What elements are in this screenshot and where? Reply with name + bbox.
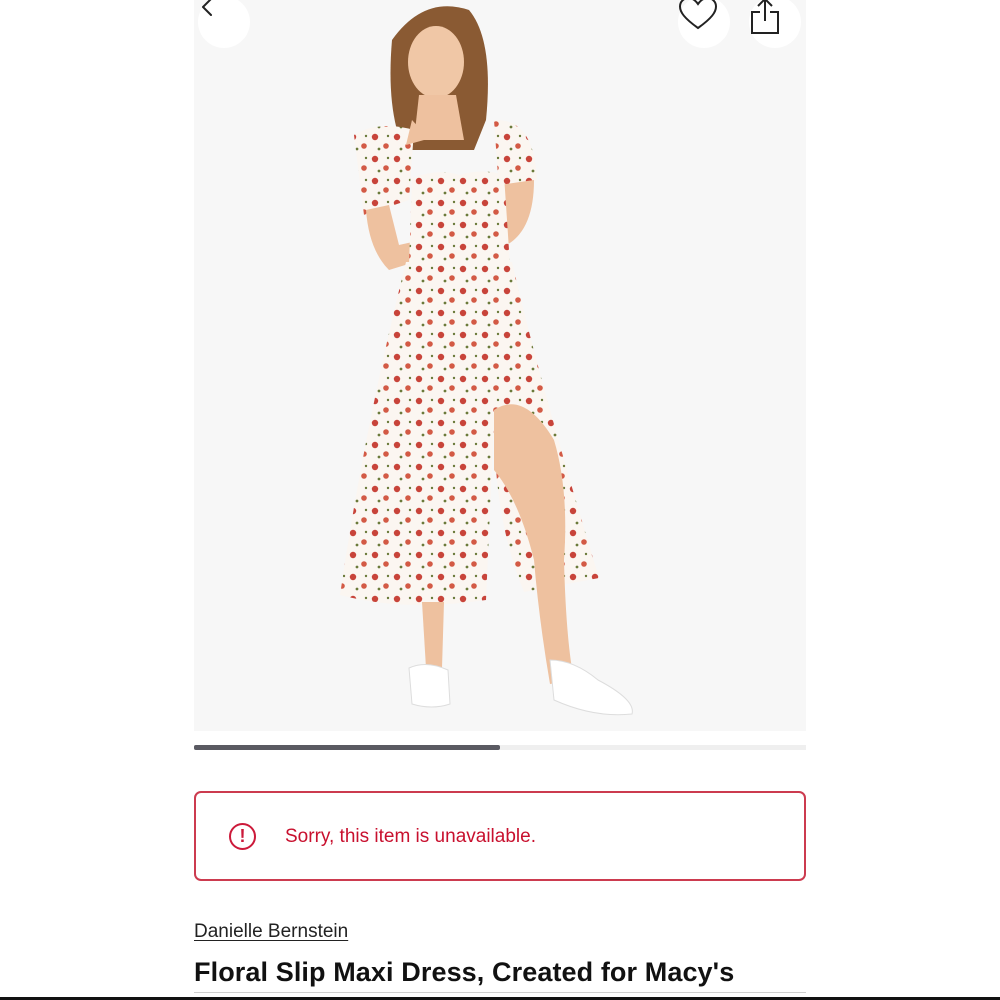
product-title: Floral Slip Maxi Dress, Created for Macy… — [194, 957, 735, 987]
heart-icon — [678, 0, 718, 30]
carousel-progress-track — [194, 745, 806, 750]
product-image-carousel[interactable] — [194, 0, 806, 731]
exclamation-circle-icon: ! — [229, 823, 256, 850]
unavailable-alert: ! Sorry, this item is unavailable. — [194, 791, 806, 881]
share-icon — [751, 0, 779, 34]
divider — [194, 992, 806, 993]
chevron-left-icon — [202, 0, 212, 16]
alert-message: Sorry, this item is unavailable. — [285, 826, 536, 847]
brand-link[interactable]: Danielle Bernstein — [194, 921, 348, 943]
product-photo — [194, 0, 806, 731]
product-detail-screen: ! Sorry, this item is unavailable. Danie… — [194, 0, 806, 1000]
carousel-progress-indicator — [194, 745, 500, 750]
